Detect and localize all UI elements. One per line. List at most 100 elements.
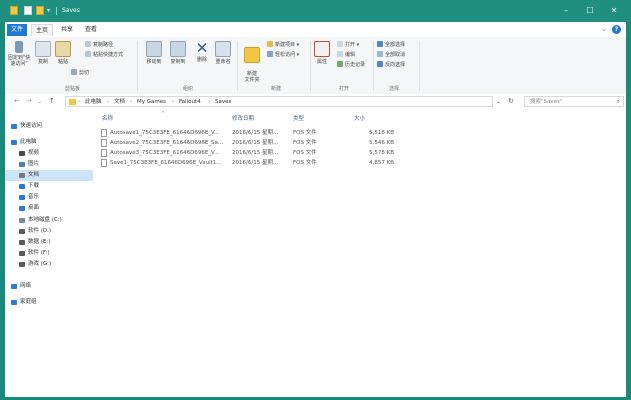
nav-item[interactable]: 网络	[5, 281, 93, 292]
rename-button[interactable]: 重命名	[213, 41, 233, 65]
recent-locations-button[interactable]: ⌄	[37, 97, 42, 106]
navigation-pane: 快速访问此电脑视频 图片 文档 下载 音乐 桌面本地磁盘 (C:) 软件 (D:) 数据 (E…	[5, 111, 93, 397]
history-button[interactable]: 历史记录	[337, 61, 365, 69]
file-name: Autosave3_75C3E3FE_61646D696E_V...	[110, 150, 220, 156]
nav-item[interactable]: 音乐	[5, 192, 93, 203]
file-row[interactable]: Save1_75C3E3FE_61646D696E_Vault1... 2016/…	[95, 158, 625, 168]
video-icon	[19, 151, 25, 156]
breadcrumb-documents[interactable]: 文档	[114, 98, 125, 106]
edit-button[interactable]: 编辑	[337, 51, 355, 59]
breadcrumb-fallout4[interactable]: Fallout4	[179, 98, 201, 106]
minimize-button[interactable]: –	[557, 5, 575, 17]
chevron-down-icon[interactable]: ▾	[47, 8, 53, 14]
paste-icon	[55, 41, 71, 57]
drive-icon	[19, 251, 25, 256]
search-icon[interactable]: ⌕	[617, 98, 620, 106]
star-icon	[11, 124, 17, 129]
tab-view[interactable]: 查看	[81, 24, 101, 36]
nav-item-label: 此电脑	[20, 139, 37, 145]
new-folder-button[interactable]: 新建 文件夹	[241, 41, 263, 83]
properties-icon[interactable]	[24, 6, 32, 15]
group-label-clipboard: 剪贴板	[65, 86, 81, 92]
nav-item[interactable]: 软件 (D:)	[5, 226, 93, 237]
history-icon	[337, 61, 343, 67]
nav-item[interactable]: 游戏 (G:)	[5, 259, 93, 270]
address-row: ← → ⌄ ↑ › 此电脑 › 文档 › My Games › Fallout4…	[5, 94, 626, 110]
file-row[interactable]: Autosave1_75C3E3FE_61646D696E_V... 2016/6…	[95, 128, 625, 138]
drive-icon	[19, 262, 25, 267]
paste-button[interactable]: 粘贴	[55, 41, 71, 65]
forward-button[interactable]: →	[26, 97, 32, 106]
copy-to-button[interactable]: 复制到	[167, 41, 189, 65]
column-header-name[interactable]: 名称	[102, 115, 113, 123]
group-divider	[237, 41, 238, 91]
delete-button[interactable]: ✕ 删除	[193, 41, 211, 64]
column-header-size[interactable]: 大小	[354, 115, 365, 123]
nav-item[interactable]: 图片	[5, 159, 93, 170]
nav-item[interactable]: 家庭组	[5, 297, 93, 308]
back-button[interactable]: ←	[14, 97, 20, 106]
ribbon-tabs: 文件 主页 共享 查看 ⌄ ?	[5, 22, 626, 37]
paste-shortcut-label: 粘贴快捷方式	[93, 52, 124, 58]
column-header-date[interactable]: 修改日期	[232, 115, 254, 123]
open-button[interactable]: 打开 ▾	[337, 41, 359, 49]
file-row[interactable]: Autosave2_75C3E3FE_61646D696E_Sa... 2016/…	[95, 138, 625, 148]
address-dropdown-button[interactable]: ⌄	[496, 97, 501, 106]
ribbon-collapse-button[interactable]: ⌄	[601, 25, 607, 33]
rename-label: 重命名	[215, 59, 231, 65]
nav-item-label: 本地磁盘 (C:)	[28, 217, 62, 223]
nav-item[interactable]: 软件 (F:)	[5, 248, 93, 259]
new-item-button[interactable]: 新建项目 ▾	[267, 41, 299, 49]
breadcrumb-my-games[interactable]: My Games	[137, 98, 166, 106]
close-button[interactable]: ✕	[605, 5, 623, 17]
pin-quick-access-button[interactable]: 固定到"快速访问"	[7, 41, 31, 67]
new-folder-icon[interactable]	[36, 6, 44, 15]
file-size: 5,578 KB	[369, 150, 394, 156]
copy-to-label: 复制到	[170, 59, 186, 65]
invert-selection-button[interactable]: 反向选择	[377, 61, 405, 69]
paste-shortcut-button[interactable]: 粘贴快捷方式	[85, 51, 123, 59]
easy-access-button[interactable]: 轻松访问 ▾	[267, 51, 299, 59]
nav-item[interactable]: 此电脑	[5, 137, 93, 148]
properties-button[interactable]: 属性	[314, 41, 330, 65]
search-box[interactable]: 搜索"Saves" ⌕	[524, 96, 624, 107]
refresh-button[interactable]: ↻	[508, 97, 514, 106]
file-size: 5,546 KB	[369, 140, 394, 146]
title-separator	[56, 7, 57, 15]
nav-item[interactable]: 视频	[5, 148, 93, 159]
scissors-icon	[71, 69, 77, 75]
cut-button[interactable]: 剪切	[71, 69, 89, 77]
search-input[interactable]: 搜索"Saves"	[530, 98, 562, 106]
column-header-type[interactable]: 类型	[293, 115, 304, 123]
breadcrumb-this-pc[interactable]: 此电脑	[85, 98, 102, 106]
move-to-button[interactable]: 移动到	[143, 41, 165, 65]
file-date: 2016/6/15 星期...	[232, 160, 279, 166]
copy-button[interactable]: 复制	[35, 41, 51, 65]
tab-file[interactable]: 文件	[7, 24, 27, 36]
nav-item[interactable]: 下载	[5, 181, 93, 192]
group-divider	[137, 41, 138, 91]
folder-icon	[69, 99, 76, 105]
copy-path-button[interactable]: 复制路径	[85, 41, 113, 49]
file-name: Save1_75C3E3FE_61646D696E_Vault1...	[110, 160, 222, 166]
invert-selection-label: 反向选择	[385, 62, 406, 68]
address-bar[interactable]: › 此电脑 › 文档 › My Games › Fallout4 › Saves	[65, 96, 493, 107]
breadcrumb-separator: ›	[78, 99, 81, 105]
nav-item[interactable]: 数据 (E:)	[5, 237, 93, 248]
select-all-button[interactable]: 全部选择	[377, 41, 405, 49]
select-none-button[interactable]: 全部取消	[377, 51, 405, 59]
file-row[interactable]: Autosave3_75C3E3FE_61646D696E_V... 2016/6…	[95, 148, 625, 158]
nav-item[interactable]: 快速访问	[5, 121, 93, 132]
nav-item[interactable]: 本地磁盘 (C:)	[5, 215, 93, 226]
title-bar: ▾ Saves – ☐ ✕	[0, 0, 631, 22]
nav-item[interactable]: 文档	[5, 170, 93, 181]
breadcrumb-saves[interactable]: Saves	[215, 98, 231, 106]
up-button[interactable]: ↑	[49, 97, 55, 106]
help-icon[interactable]: ?	[612, 25, 621, 34]
nav-item[interactable]: 桌面	[5, 203, 93, 214]
tab-share[interactable]: 共享	[57, 24, 77, 36]
tab-home[interactable]: 主页	[31, 24, 53, 36]
maximize-button[interactable]: ☐	[581, 5, 599, 17]
computer-icon	[11, 140, 17, 145]
desktop-icon	[19, 206, 25, 211]
